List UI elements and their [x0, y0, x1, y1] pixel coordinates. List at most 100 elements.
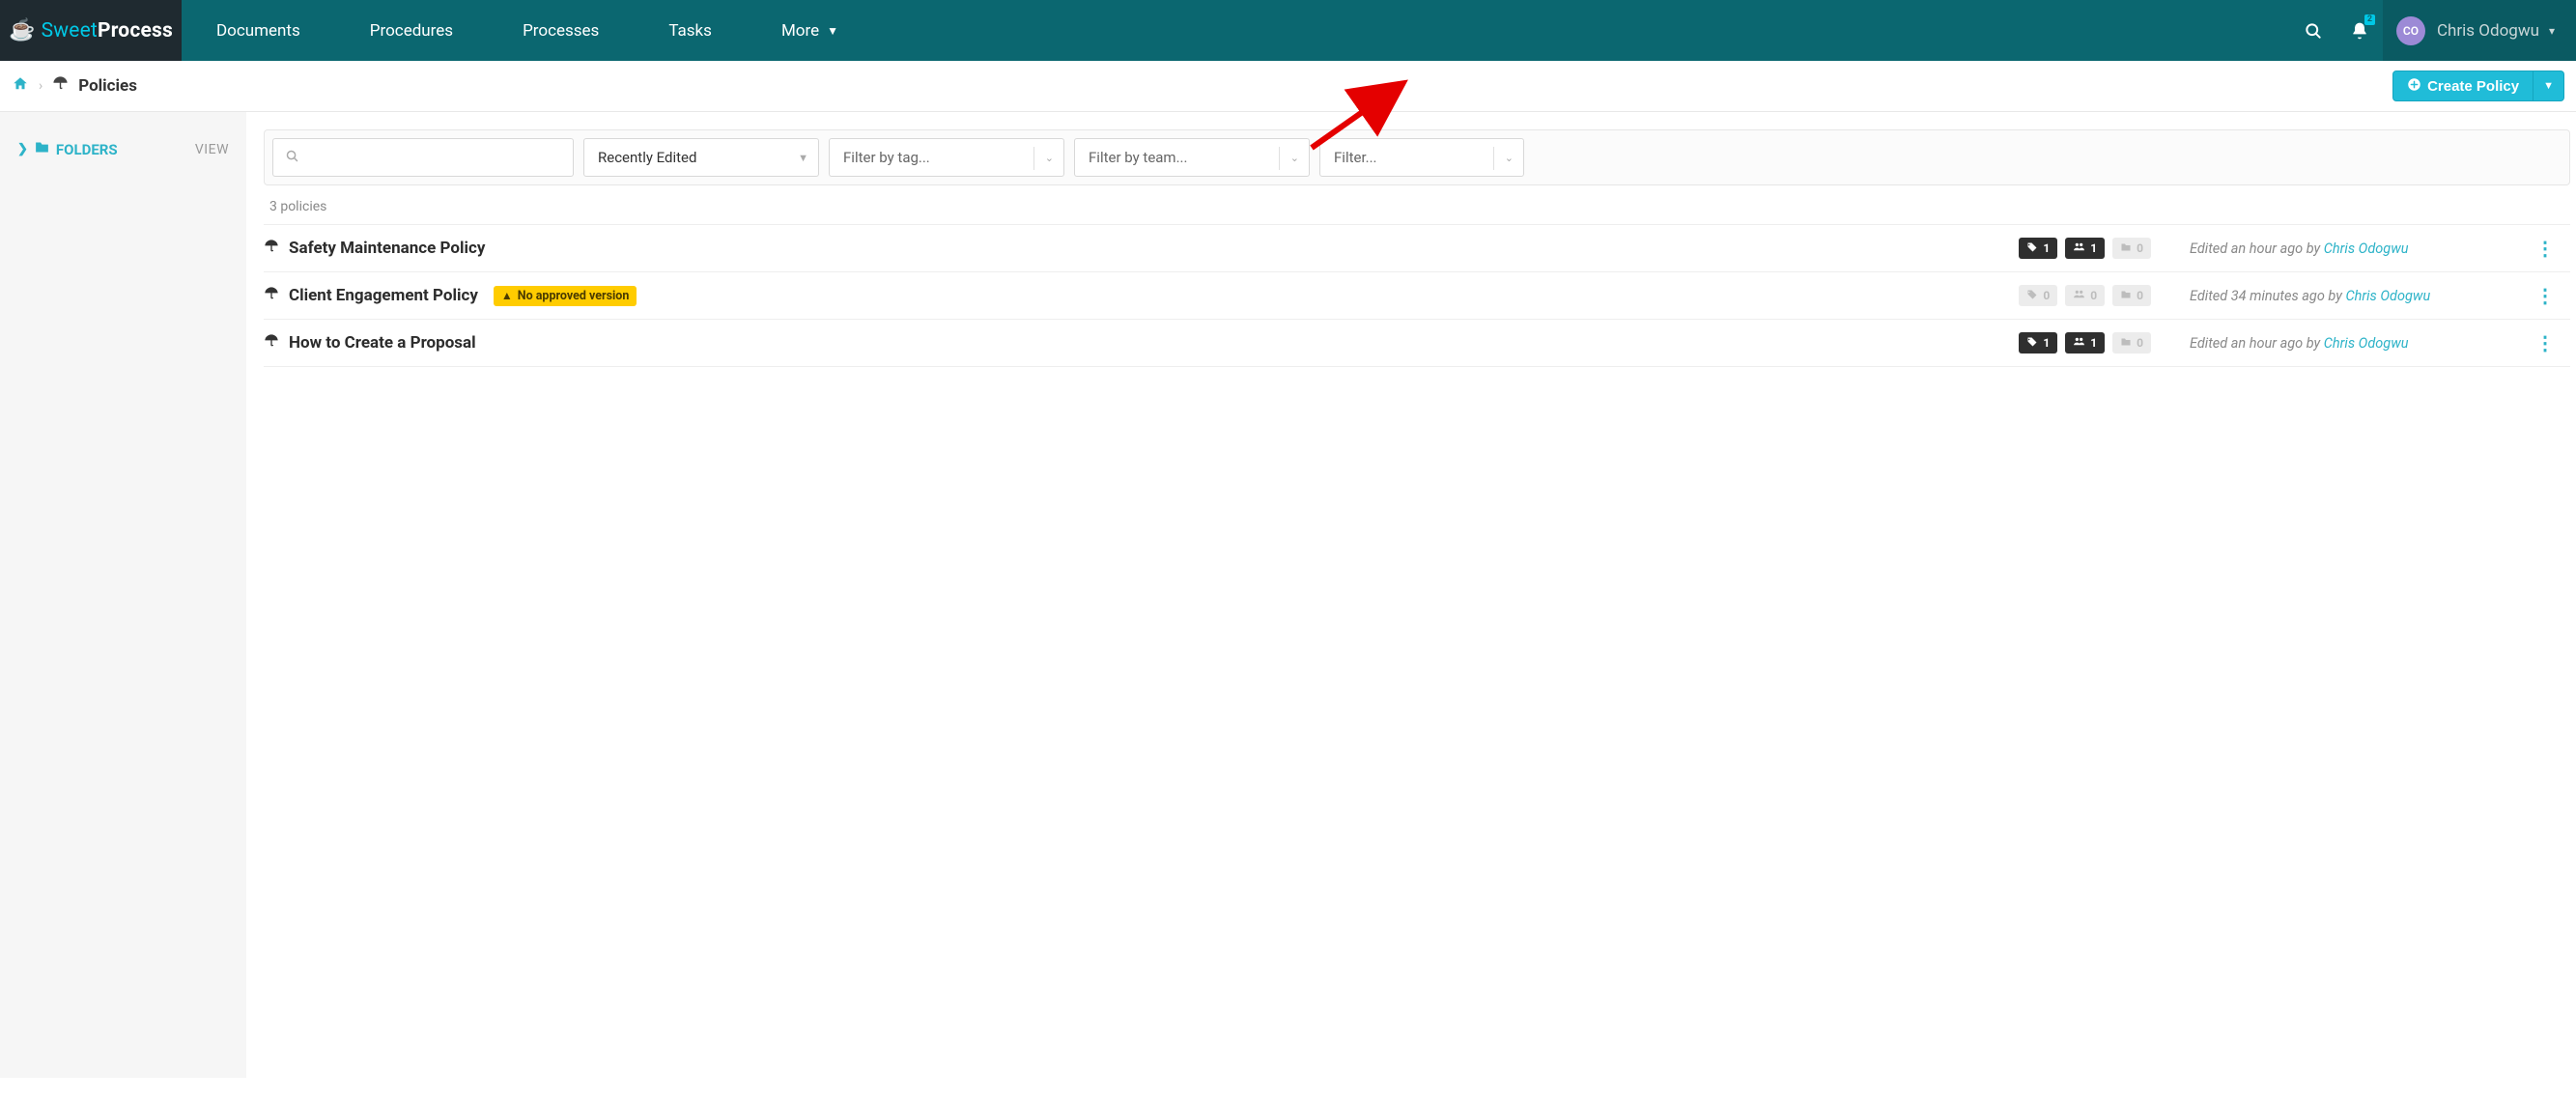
policy-title[interactable]: How to Create a Proposal: [289, 333, 476, 353]
teams-count: 1: [2090, 336, 2097, 350]
edited-by: Edited an hour ago by Chris Odogwu: [2190, 335, 2470, 352]
result-count: 3 policies: [264, 185, 2570, 224]
row-badges: 1 1 0: [2019, 332, 2151, 354]
teams-badge[interactable]: 1: [2065, 238, 2105, 259]
search-input[interactable]: [272, 138, 574, 177]
tags-badge[interactable]: 1: [2019, 332, 2057, 354]
policy-row: Client Engagement Policy ▲ No approved v…: [264, 272, 2570, 320]
folders-badge[interactable]: 0: [2112, 332, 2151, 354]
row-badges: 0 0 0: [2019, 285, 2151, 306]
teams-icon: [2073, 240, 2085, 256]
nav-procedures[interactable]: Procedures: [335, 0, 488, 61]
home-icon[interactable]: [12, 75, 29, 98]
row-menu-icon[interactable]: ⋮: [2528, 331, 2562, 354]
teams-badge[interactable]: 1: [2065, 332, 2105, 354]
filter-team-placeholder: Filter by team...: [1089, 149, 1187, 166]
notifications-icon[interactable]: 2: [2336, 0, 2383, 61]
nav-processes[interactable]: Processes: [488, 0, 634, 61]
umbrella-icon: [264, 333, 279, 353]
filter-tag-select[interactable]: Filter by tag... ⌄: [829, 138, 1064, 177]
folders-count: 0: [2137, 289, 2143, 302]
chevron-down-icon: ⌄: [1045, 152, 1054, 164]
edited-prefix: Edited 34 minutes ago by: [2190, 288, 2345, 304]
edited-by: Edited 34 minutes ago by Chris Odogwu: [2190, 288, 2470, 304]
nav-icons: 2: [2290, 0, 2383, 61]
folders-badge[interactable]: 0: [2112, 238, 2151, 259]
sort-select[interactable]: Recently Edited ▼: [583, 138, 819, 177]
create-policy-label: Create Policy: [2427, 78, 2519, 95]
folders-count: 0: [2137, 241, 2143, 255]
umbrella-icon: [52, 75, 69, 97]
body: ❯ FOLDERS VIEW Recently Edited ▼ Filter …: [0, 112, 2576, 1078]
filter-team-select[interactable]: Filter by team... ⌄: [1074, 138, 1310, 177]
folder-icon: [2120, 241, 2132, 256]
row-badges: 1 1 0: [2019, 238, 2151, 259]
main-column: Recently Edited ▼ Filter by tag... ⌄ Fil…: [246, 112, 2576, 367]
author-link[interactable]: Chris Odogwu: [2324, 335, 2409, 352]
tag-icon: [2026, 289, 2038, 303]
brand-logo[interactable]: ☕ SweetProcess: [0, 0, 182, 61]
edited-prefix: Edited an hour ago by: [2190, 335, 2324, 352]
tag-icon: [2026, 336, 2038, 351]
tag-icon: [2026, 241, 2038, 256]
chevron-down-icon: ▼: [798, 152, 808, 164]
warning-badge: ▲ No approved version: [494, 286, 637, 306]
folders-toggle[interactable]: ❯ FOLDERS: [17, 139, 118, 159]
policy-title[interactable]: Client Engagement Policy: [289, 286, 478, 305]
view-toggle[interactable]: VIEW: [195, 142, 229, 157]
umbrella-icon: [264, 286, 279, 305]
teams-count: 1: [2090, 241, 2097, 255]
user-menu[interactable]: CO Chris Odogwu ▾: [2383, 0, 2576, 61]
brand-right: Process: [98, 19, 173, 42]
author-link[interactable]: Chris Odogwu: [2324, 240, 2409, 257]
tags-count: 1: [2043, 336, 2050, 350]
policy-row: Safety Maintenance Policy 1 1 0 Edited a…: [264, 224, 2570, 272]
umbrella-icon: [264, 239, 279, 258]
row-title-group: Client Engagement Policy ▲ No approved v…: [264, 286, 637, 306]
plus-circle-icon: [2407, 77, 2421, 95]
sidebar: ❯ FOLDERS VIEW: [0, 112, 246, 1078]
tags-count: 0: [2043, 289, 2050, 302]
avatar: CO: [2396, 16, 2425, 45]
teams-badge[interactable]: 0: [2065, 285, 2105, 306]
teams-icon: [2073, 288, 2085, 303]
author-link[interactable]: Chris Odogwu: [2345, 288, 2430, 304]
row-menu-icon[interactable]: ⋮: [2528, 237, 2562, 260]
brand-left: Sweet: [42, 19, 98, 42]
top-nav: ☕ SweetProcess Documents Procedures Proc…: [0, 0, 2576, 61]
cup-icon: ☕: [9, 20, 36, 42]
breadcrumb-separator: ›: [39, 78, 42, 94]
create-policy-group: Create Policy ▼: [2392, 71, 2564, 101]
nav-tasks[interactable]: Tasks: [634, 0, 747, 61]
policy-list: Safety Maintenance Policy 1 1 0 Edited a…: [264, 224, 2570, 367]
chevron-right-icon: ❯: [17, 142, 28, 156]
nav-documents[interactable]: Documents: [182, 0, 335, 61]
create-policy-dropdown[interactable]: ▼: [2534, 71, 2564, 101]
teams-count: 0: [2090, 289, 2097, 302]
create-policy-button[interactable]: Create Policy: [2392, 71, 2534, 101]
folders-row: ❯ FOLDERS VIEW: [17, 139, 229, 159]
row-title-group: Safety Maintenance Policy: [264, 239, 485, 258]
row-title-group: How to Create a Proposal: [264, 333, 476, 353]
edited-by: Edited an hour ago by Chris Odogwu: [2190, 240, 2470, 257]
teams-icon: [2073, 335, 2085, 351]
search-icon[interactable]: [2290, 0, 2336, 61]
nav-more[interactable]: More ▼: [747, 0, 873, 61]
folders-label: FOLDERS: [56, 141, 118, 158]
tags-badge[interactable]: 1: [2019, 238, 2057, 259]
notifications-badge: 2: [2364, 14, 2375, 25]
warning-label: No approved version: [518, 289, 630, 303]
user-name: Chris Odogwu: [2437, 21, 2539, 41]
filter-other-select[interactable]: Filter... ⌄: [1319, 138, 1524, 177]
tags-badge[interactable]: 0: [2019, 285, 2057, 306]
folders-badge[interactable]: 0: [2112, 285, 2151, 306]
page-title: Policies: [78, 76, 137, 96]
folder-icon: [2120, 336, 2132, 351]
policy-title[interactable]: Safety Maintenance Policy: [289, 239, 485, 258]
filters-bar: Recently Edited ▼ Filter by tag... ⌄ Fil…: [264, 129, 2570, 185]
breadcrumb: › Policies: [12, 75, 137, 98]
nav-spacer: [873, 0, 2290, 61]
chevron-down-icon: ⌄: [1505, 152, 1514, 164]
row-menu-icon[interactable]: ⋮: [2528, 284, 2562, 307]
folders-count: 0: [2137, 336, 2143, 350]
